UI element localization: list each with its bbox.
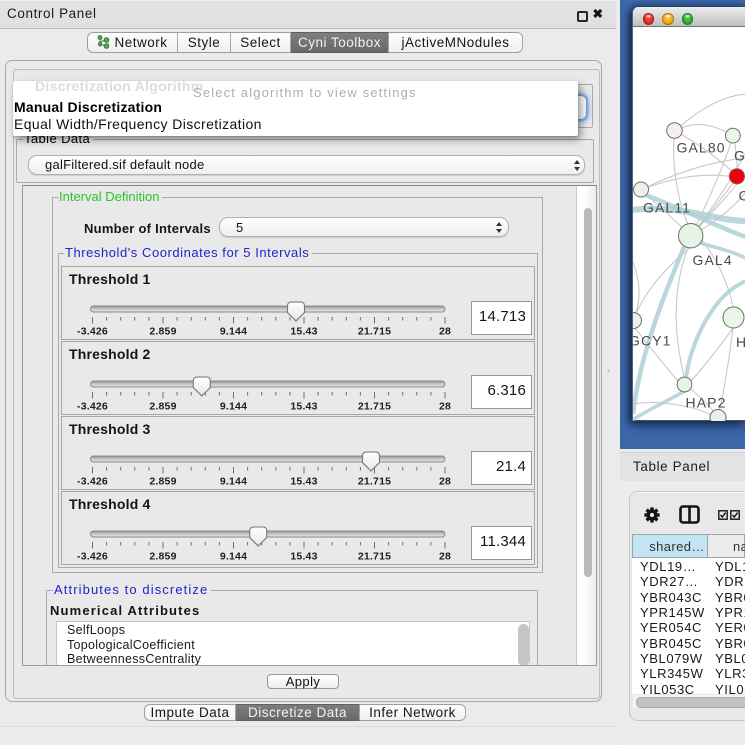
svg-text:28: 28 [439, 551, 451, 563]
svg-text:28: 28 [439, 476, 451, 488]
svg-text:H: H [736, 334, 745, 350]
svg-text:9.144: 9.144 [220, 551, 247, 563]
svg-text:21.715: 21.715 [358, 551, 391, 563]
svg-text:GCY1: GCY1 [633, 333, 672, 349]
svg-text:-3.426: -3.426 [77, 551, 108, 563]
svg-text:GAL80: GAL80 [677, 140, 726, 156]
svg-text:2.859: 2.859 [149, 326, 176, 338]
svg-text:-3.426: -3.426 [77, 326, 108, 338]
svg-text:21.715: 21.715 [358, 400, 391, 412]
svg-text:28: 28 [439, 326, 451, 338]
svg-text:15.43: 15.43 [290, 326, 317, 338]
svg-text:2.859: 2.859 [149, 551, 176, 563]
svg-text:15.43: 15.43 [290, 476, 317, 488]
svg-text:GA: GA [734, 148, 745, 164]
svg-text:9.144: 9.144 [220, 400, 247, 412]
svg-text:-3.426: -3.426 [77, 476, 108, 488]
svg-text:-3.426: -3.426 [77, 400, 108, 412]
svg-text:CD: CD [739, 188, 745, 204]
svg-text:28: 28 [439, 400, 451, 412]
svg-text:21.715: 21.715 [358, 476, 391, 488]
svg-text:15.43: 15.43 [290, 400, 317, 412]
svg-text:2.859: 2.859 [149, 476, 176, 488]
svg-text:2.859: 2.859 [149, 400, 176, 412]
svg-text:9.144: 9.144 [220, 326, 247, 338]
svg-text:9.144: 9.144 [220, 476, 247, 488]
svg-text:GAL4: GAL4 [693, 252, 733, 268]
svg-text:15.43: 15.43 [290, 551, 317, 563]
svg-text:GAL11: GAL11 [643, 200, 691, 216]
svg-text:21.715: 21.715 [358, 326, 391, 338]
svg-text:HAP2: HAP2 [686, 395, 727, 411]
